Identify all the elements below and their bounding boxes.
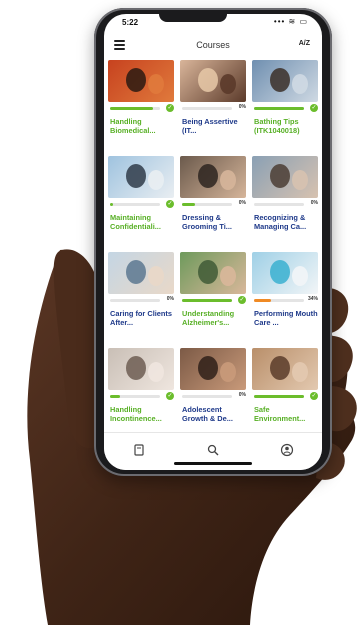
course-title[interactable]: Caring for Clients After... bbox=[110, 309, 174, 327]
course-progress-bar bbox=[182, 395, 232, 398]
check-icon: ✓ bbox=[310, 392, 318, 400]
check-icon: ✓ bbox=[310, 104, 318, 112]
course-card[interactable]: 0% Dressing & Grooming Ti... bbox=[180, 156, 246, 248]
course-title[interactable]: Bathing Tips (ITK1040018) bbox=[254, 117, 318, 135]
course-card[interactable]: 0% Caring for Clients After... bbox=[108, 252, 174, 344]
course-title[interactable]: Safe Environment... bbox=[254, 405, 318, 423]
search-icon[interactable] bbox=[206, 443, 220, 457]
course-card[interactable]: ✓ Understanding Alzheimer's... bbox=[180, 252, 246, 344]
check-icon: ✓ bbox=[166, 392, 174, 400]
course-progress-fill bbox=[254, 299, 271, 302]
course-title[interactable]: Understanding Alzheimer's... bbox=[182, 309, 246, 327]
course-thumbnail bbox=[180, 60, 246, 102]
course-title[interactable]: Maintaining Confidentiali... bbox=[110, 213, 174, 231]
course-progress-fill bbox=[182, 203, 195, 206]
course-title[interactable]: Being Assertive (IT... bbox=[182, 117, 246, 135]
course-percent: 0% bbox=[238, 392, 246, 398]
course-thumbnail bbox=[108, 348, 174, 390]
course-card[interactable]: 0% Recognizing & Managing Ca... bbox=[252, 156, 318, 248]
course-card[interactable]: ✓ Bathing Tips (ITK1040018) bbox=[252, 60, 318, 152]
course-thumbnail bbox=[252, 156, 318, 198]
home-indicator bbox=[174, 462, 252, 465]
course-progress-fill bbox=[182, 299, 232, 302]
check-icon: ✓ bbox=[166, 200, 174, 208]
sort-az-button[interactable]: A/Z bbox=[299, 40, 310, 47]
course-progress-bar bbox=[254, 203, 304, 206]
course-card[interactable]: ✓ Maintaining Confidentiali... bbox=[108, 156, 174, 248]
course-progress-bar bbox=[110, 395, 160, 398]
course-progress-fill bbox=[110, 107, 153, 110]
course-percent: 0% bbox=[238, 104, 246, 110]
course-card[interactable]: ✓ Handling Incontinence... bbox=[108, 348, 174, 440]
course-thumbnail bbox=[108, 60, 174, 102]
course-progress-fill bbox=[110, 203, 113, 206]
profile-icon[interactable] bbox=[280, 443, 294, 457]
course-percent: 0% bbox=[238, 200, 246, 206]
course-title[interactable]: Dressing & Grooming Ti... bbox=[182, 213, 246, 231]
course-progress-bar bbox=[110, 299, 160, 302]
course-progress-bar bbox=[182, 299, 232, 302]
course-thumbnail bbox=[108, 252, 174, 294]
course-thumbnail bbox=[180, 156, 246, 198]
course-progress-bar bbox=[110, 107, 160, 110]
course-percent: 34% bbox=[307, 296, 318, 302]
course-progress-fill bbox=[254, 107, 304, 110]
check-icon: ✓ bbox=[238, 296, 246, 304]
course-thumbnail bbox=[180, 252, 246, 294]
check-icon: ✓ bbox=[166, 104, 174, 112]
course-thumbnail bbox=[180, 348, 246, 390]
course-title[interactable]: Handling Incontinence... bbox=[110, 405, 174, 423]
course-progress-fill bbox=[254, 395, 304, 398]
page-title: Courses bbox=[196, 40, 230, 50]
app-bar: Courses A/Z bbox=[104, 34, 322, 58]
course-percent: 0% bbox=[166, 296, 174, 302]
course-thumbnail bbox=[252, 252, 318, 294]
course-percent: 0% bbox=[310, 200, 318, 206]
phone-screen: 5:22 ••• ≋ ▭ Courses A/Z ✓ Handling Biome… bbox=[104, 14, 322, 470]
course-title[interactable]: Performing Mouth Care ... bbox=[254, 309, 318, 327]
course-progress-bar bbox=[254, 299, 304, 302]
course-progress-bar bbox=[254, 107, 304, 110]
course-progress-bar bbox=[182, 203, 232, 206]
course-progress-bar bbox=[110, 203, 160, 206]
course-title[interactable]: Recognizing & Managing Ca... bbox=[254, 213, 318, 231]
course-card[interactable]: 0% Adolescent Growth & De... bbox=[180, 348, 246, 440]
course-card[interactable]: 34% Performing Mouth Care ... bbox=[252, 252, 318, 344]
course-card[interactable]: 0% Being Assertive (IT... bbox=[180, 60, 246, 152]
course-thumbnail bbox=[252, 60, 318, 102]
course-progress-bar bbox=[182, 107, 232, 110]
course-progress-bar bbox=[254, 395, 304, 398]
status-icons: ••• ≋ ▭ bbox=[273, 17, 308, 26]
book-icon[interactable] bbox=[132, 443, 146, 457]
course-card[interactable]: ✓ Handling Biomedical... bbox=[108, 60, 174, 152]
status-time: 5:22 bbox=[122, 18, 139, 27]
phone-notch bbox=[159, 12, 227, 22]
course-grid: ✓ Handling Biomedical... 0% Being Assertive… bbox=[108, 60, 318, 440]
course-thumbnail bbox=[108, 156, 174, 198]
course-card[interactable]: ✓ Safe Environment... bbox=[252, 348, 318, 440]
course-title[interactable]: Adolescent Growth & De... bbox=[182, 405, 246, 423]
course-title[interactable]: Handling Biomedical... bbox=[110, 117, 174, 135]
course-thumbnail bbox=[252, 348, 318, 390]
course-progress-fill bbox=[110, 395, 120, 398]
